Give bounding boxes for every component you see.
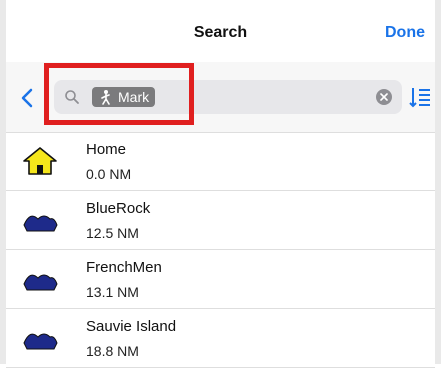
clear-search-button[interactable] [376,89,392,105]
boat-icon [23,215,58,232]
result-distance: 18.8 NM [86,343,139,359]
result-name: Home [86,141,127,158]
chevron-left-icon[interactable] [20,88,34,108]
result-name: Sauvie Island [86,318,177,335]
search-window: Search Done Mark Home 0.0 NM BlueRock 12… [0,0,441,368]
results-list: Home 0.0 NM BlueRock 12.5 NM FrenchMen 1… [6,132,435,368]
home-icon [23,147,57,175]
result-name: FrenchMen [86,259,162,276]
result-distance: 0.0 NM [86,166,132,182]
list-item[interactable]: BlueRock 12.5 NM [6,191,435,250]
result-name: BlueRock [86,200,151,217]
page-title: Search [193,24,248,41]
result-distance: 12.5 NM [86,225,139,241]
navigation-bar: Search Done [6,0,435,63]
boat-icon [23,333,58,350]
highlight-annotation [44,63,194,125]
clear-x-icon [380,93,388,101]
list-item[interactable]: FrenchMen 13.1 NM [6,250,435,309]
sort-list-icon[interactable] [409,84,431,110]
right-edge [435,0,441,364]
boat-icon [23,274,58,291]
list-item[interactable]: Home 0.0 NM [6,132,435,191]
done-button[interactable]: Done [385,24,425,42]
list-item[interactable]: Sauvie Island 18.8 NM [6,309,435,368]
result-distance: 13.1 NM [86,284,139,300]
